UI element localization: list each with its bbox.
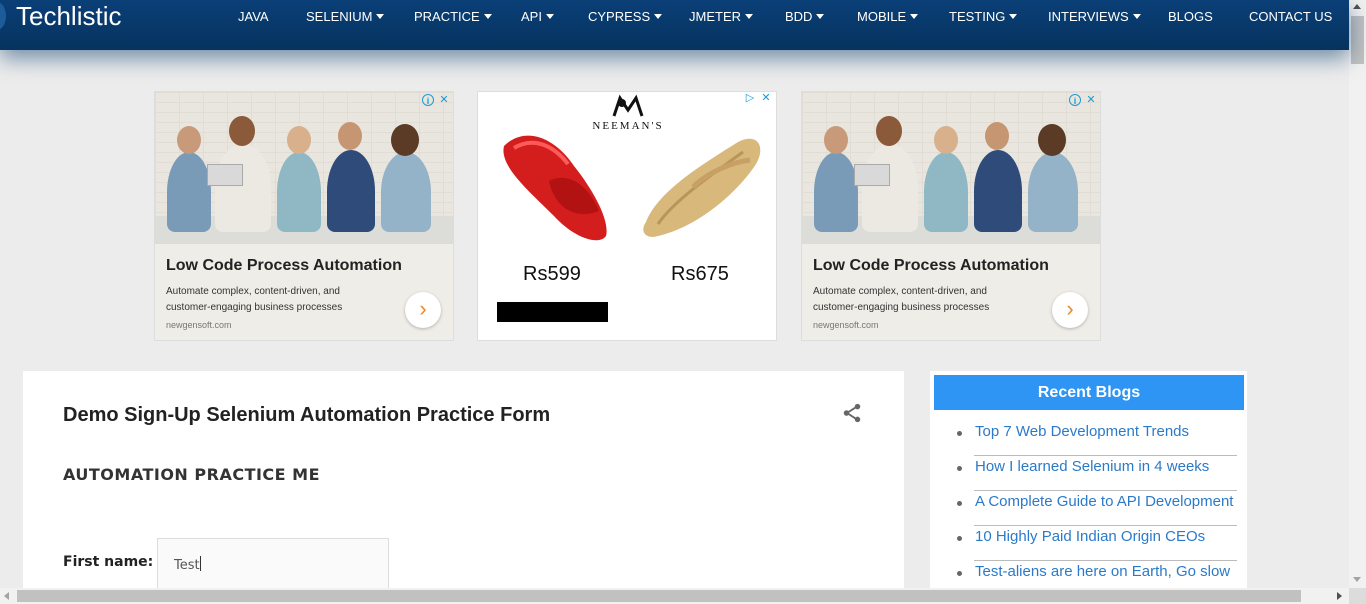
ad-photo — [802, 92, 1100, 244]
ad-banner-right[interactable]: i ✕ Low Code Process Automation Automate… — [801, 91, 1101, 341]
blog-link[interactable]: Top 7 Web Development Trends — [957, 423, 1247, 458]
caret-down-icon — [1132, 14, 1141, 19]
post-title: Demo Sign-Up Selenium Automation Practic… — [63, 404, 551, 426]
horizontal-scroll-thumb[interactable] — [17, 590, 1301, 602]
nav-testing[interactable]: TESTING — [949, 9, 1018, 24]
blog-link[interactable]: 10 Highly Paid Indian Origin CEOs — [957, 528, 1247, 563]
ad-description: Automate complex, content-driven, and cu… — [813, 286, 990, 313]
nav-mobile[interactable]: MOBILE — [857, 9, 919, 24]
gold-flipflop-image — [643, 138, 761, 237]
horizontal-scrollbar[interactable] — [0, 588, 1349, 604]
caret-down-icon — [483, 14, 492, 19]
top-navbar: Techlistic JAVA SELENIUM PRACTICE API CY… — [0, 0, 1349, 50]
nav-bdd[interactable]: BDD — [785, 9, 825, 24]
nav-java[interactable]: JAVA — [238, 9, 269, 24]
nav-interviews[interactable]: INTERVIEWS — [1048, 9, 1141, 24]
nav-cypress-label: CYPRESS — [588, 9, 651, 24]
caret-down-icon — [910, 14, 919, 19]
text-cursor — [199, 556, 201, 571]
red-slide-sandal-image — [503, 135, 607, 241]
scroll-right-arrow-icon[interactable] — [1337, 592, 1342, 600]
ad-banner-middle[interactable]: NEEMAN'S ▷ ✕ Rs599 Rs675 — [477, 91, 777, 341]
play-triangle-icon[interactable]: ▷ — [744, 92, 756, 104]
sidebar-widget: Recent Blogs Top 7 Web Development Trend… — [930, 371, 1247, 604]
nav-blogs-label: BLOGS — [1168, 9, 1213, 24]
ad-title[interactable]: Low Code Process Automation — [813, 257, 1049, 275]
nav-testing-label: TESTING — [949, 9, 1006, 24]
caret-down-icon — [376, 14, 385, 19]
ad-choices[interactable]: i ✕ — [1069, 94, 1097, 106]
vertical-scrollbar[interactable] — [1349, 0, 1366, 588]
nav-blogs[interactable]: BLOGS — [1168, 9, 1213, 24]
scroll-down-arrow-icon[interactable] — [1353, 577, 1361, 582]
nav-java-label: JAVA — [238, 9, 269, 24]
nav-api-label: API — [521, 9, 542, 24]
ad-photo — [155, 92, 453, 244]
ad-text-area: Low Code Process Automation Automate com… — [155, 244, 453, 340]
nav-practice[interactable]: PRACTICE — [414, 9, 492, 24]
caret-down-icon — [816, 14, 825, 19]
nav-cypress[interactable]: CYPRESS — [588, 9, 663, 24]
nav-selenium-label: SELENIUM — [306, 9, 373, 24]
nav-contact-us[interactable]: CONTACT US — [1249, 9, 1332, 24]
nav-contact-us-label: CONTACT US — [1249, 9, 1333, 24]
ad-text-area: Low Code Process Automation Automate com… — [802, 244, 1100, 340]
nav-jmeter[interactable]: JMETER — [689, 9, 753, 24]
ad-choices[interactable]: ▷ ✕ — [744, 92, 772, 104]
logo-icon[interactable] — [0, 2, 6, 30]
caret-down-icon — [745, 14, 753, 19]
blog-link[interactable]: How I learned Selenium in 4 weeks — [957, 458, 1247, 493]
sidebar-heading: Recent Blogs — [934, 375, 1244, 410]
nav-bdd-label: BDD — [785, 9, 813, 24]
nav-interviews-label: INTERVIEWS — [1048, 9, 1129, 24]
first-name-label: First name: — [63, 554, 154, 570]
ad-domain: newgensoft.com — [166, 320, 232, 330]
chevron-right-icon[interactable]: › — [1052, 292, 1088, 328]
ad-title[interactable]: Low Code Process Automation — [166, 257, 402, 275]
nav-practice-label: PRACTICE — [414, 9, 480, 24]
ad-choices[interactable]: i ✕ — [422, 94, 450, 106]
info-icon[interactable]: i — [1069, 94, 1081, 106]
chevron-right-icon[interactable]: › — [405, 292, 441, 328]
blog-link[interactable]: A Complete Guide to API Development — [957, 493, 1247, 528]
ad-price-2: Rs675 — [671, 263, 729, 285]
ad-banner-left[interactable]: i ✕ Low Code Process Automation Automate… — [154, 91, 454, 341]
close-icon[interactable]: ✕ — [760, 92, 772, 104]
scroll-left-arrow-icon[interactable] — [4, 592, 9, 600]
share-icon[interactable] — [841, 402, 863, 424]
neemans-logo-icon — [612, 94, 644, 117]
ad-redacted-bar — [497, 302, 608, 322]
scroll-up-arrow-icon[interactable] — [1353, 4, 1361, 9]
caret-down-icon — [545, 14, 554, 19]
close-icon[interactable]: ✕ — [1085, 94, 1097, 106]
recent-blogs-list: Top 7 Web Development Trends How I learn… — [957, 423, 1247, 598]
nav-api[interactable]: API — [521, 9, 554, 24]
section-heading: AUTOMATION PRACTICE ME — [63, 465, 321, 484]
nav-selenium[interactable]: SELENIUM — [306, 9, 385, 24]
ad-description: Automate complex, content-driven, and cu… — [166, 286, 343, 313]
scrollbar-corner — [1349, 588, 1366, 604]
caret-down-icon — [1009, 14, 1018, 19]
info-icon[interactable]: i — [422, 94, 434, 106]
vertical-scroll-thumb[interactable] — [1351, 16, 1364, 64]
close-icon[interactable]: ✕ — [438, 94, 450, 106]
first-name-value: Test — [174, 558, 200, 573]
ad-price-1: Rs599 — [523, 263, 581, 285]
site-brand[interactable]: Techlistic — [16, 1, 121, 32]
ad-domain: newgensoft.com — [813, 320, 879, 330]
nav-mobile-label: MOBILE — [857, 9, 907, 24]
caret-down-icon — [654, 14, 663, 19]
nav-jmeter-label: JMETER — [689, 9, 741, 24]
post-card: Demo Sign-Up Selenium Automation Practic… — [23, 371, 904, 604]
